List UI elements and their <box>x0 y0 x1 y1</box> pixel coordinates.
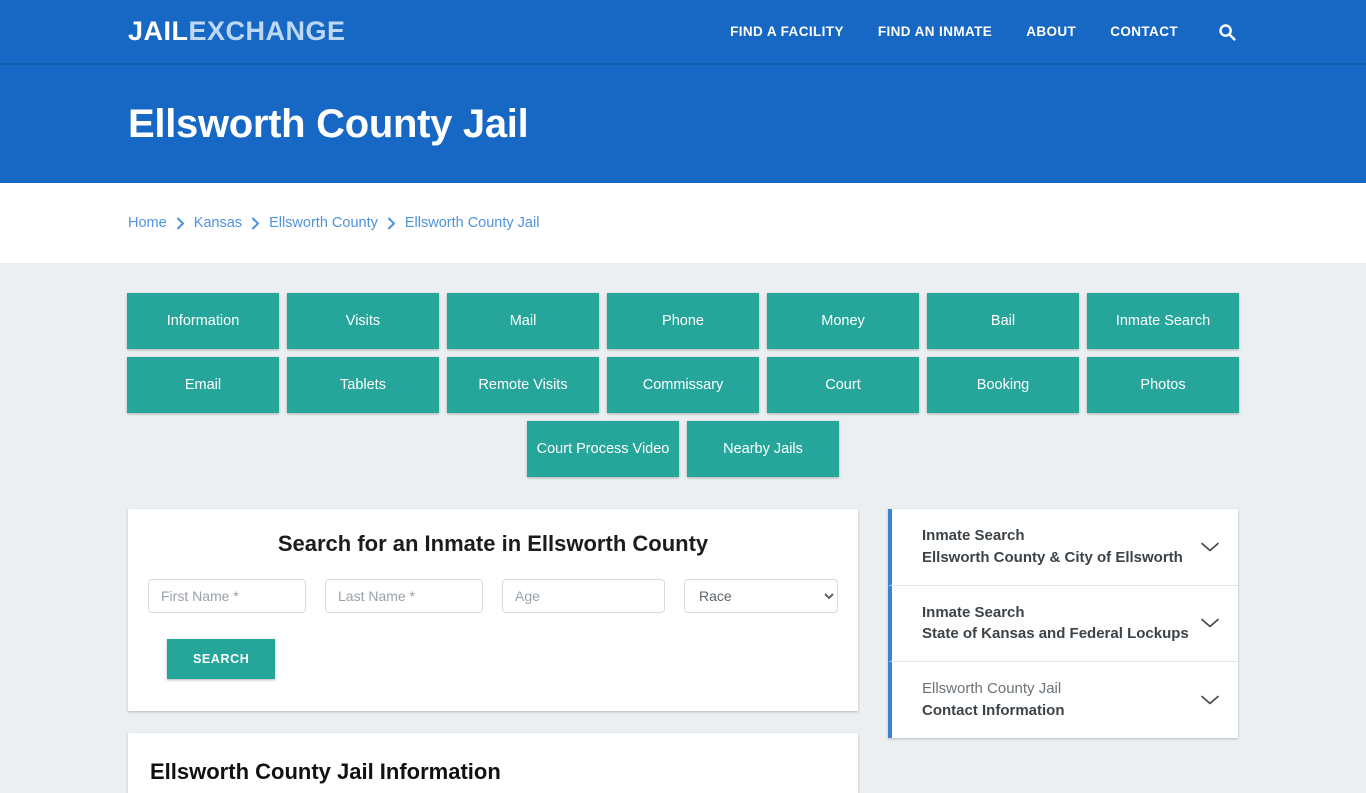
accordion-item-text: Ellsworth County Jail Contact Informatio… <box>922 678 1198 722</box>
main-column: Search for an Inmate in Ellsworth County… <box>128 509 858 793</box>
tile-remote-visits[interactable]: Remote Visits <box>447 357 599 413</box>
breadcrumb-item-ellsworth-county[interactable]: Ellsworth County <box>269 215 378 231</box>
breadcrumb-item-ellsworth-county-jail[interactable]: Ellsworth County Jail <box>405 215 540 231</box>
breadcrumb-band: Home Kansas Ellsworth County Ellsworth C… <box>0 183 1366 263</box>
logo-part-jail: JAIL <box>128 16 189 46</box>
tile-booking[interactable]: Booking <box>927 357 1079 413</box>
nav-item-contact[interactable]: CONTACT <box>1110 24 1178 39</box>
logo[interactable]: JAILEXCHANGE <box>128 18 346 45</box>
jail-information-card: Ellsworth County Jail Information <box>128 733 858 793</box>
tile-court-process-video[interactable]: Court Process Video <box>527 421 679 477</box>
accordion-item-text: Inmate Search Ellsworth County & City of… <box>922 525 1198 569</box>
tile-mail[interactable]: Mail <box>447 293 599 349</box>
inmate-search-heading: Search for an Inmate in Ellsworth County <box>277 531 709 556</box>
tile-tablets[interactable]: Tablets <box>287 357 439 413</box>
page-title: Ellsworth County Jail <box>128 101 529 146</box>
search-button[interactable]: SEARCH <box>167 639 276 679</box>
sidebar-accordion: Inmate Search Ellsworth County & City of… <box>888 509 1238 738</box>
tile-phone[interactable]: Phone <box>607 293 759 349</box>
tile-inmate-search[interactable]: Inmate Search <box>1087 293 1239 349</box>
accordion-item-line2: State of Kansas and Federal Lockups <box>922 625 1189 643</box>
accordion-item-line1: Inmate Search <box>922 603 1025 621</box>
chevron-right-icon <box>251 217 260 230</box>
inmate-search-card: Search for an Inmate in Ellsworth County… <box>128 509 858 711</box>
chevron-down-icon[interactable] <box>1198 617 1220 629</box>
page-body: Information Visits Mail Phone Money Bail… <box>0 263 1366 793</box>
content-columns: Search for an Inmate in Ellsworth County… <box>128 509 1238 793</box>
race-select[interactable]: Race <box>684 579 838 613</box>
tile-row-2: Email Tablets Remote Visits Commissary C… <box>127 357 1239 413</box>
accordion-item-line1: Ellsworth County Jail <box>922 680 1062 698</box>
jail-information-heading: Ellsworth County Jail Information <box>150 759 501 784</box>
main-navigation: FIND A FACILITY FIND AN INMATE ABOUT CON… <box>730 21 1238 43</box>
search-icon[interactable] <box>1216 21 1238 43</box>
tile-commissary[interactable]: Commissary <box>607 357 759 413</box>
facility-section-tiles: Information Visits Mail Phone Money Bail… <box>127 263 1239 477</box>
tile-email[interactable]: Email <box>127 357 279 413</box>
first-name-input[interactable] <box>148 579 306 613</box>
chevron-down-icon[interactable] <box>1198 541 1220 553</box>
age-input[interactable] <box>502 579 665 613</box>
nav-item-about[interactable]: ABOUT <box>1026 24 1076 39</box>
accordion-item-line1: Inmate Search <box>922 527 1025 544</box>
tile-nearby-jails[interactable]: Nearby Jails <box>687 421 839 477</box>
inmate-search-fields: Race <box>148 579 838 613</box>
nav-item-find-an-inmate[interactable]: FIND AN INMATE <box>878 24 992 39</box>
site-header: JAILEXCHANGE FIND A FACILITY FIND AN INM… <box>0 0 1366 65</box>
breadcrumb: Home Kansas Ellsworth County Ellsworth C… <box>128 215 539 231</box>
chevron-right-icon <box>387 217 396 230</box>
page-title-band: Ellsworth County Jail <box>0 65 1366 183</box>
logo-part-exchange: EXCHANGE <box>188 16 346 46</box>
tile-information[interactable]: Information <box>127 293 279 349</box>
tile-row-1: Information Visits Mail Phone Money Bail… <box>127 293 1239 349</box>
nav-item-find-a-facility[interactable]: FIND A FACILITY <box>730 24 844 39</box>
sidebar-column: Inmate Search Ellsworth County & City of… <box>888 509 1238 738</box>
accordion-item-inmate-search-county[interactable]: Inmate Search Ellsworth County & City of… <box>888 509 1238 586</box>
tile-visits[interactable]: Visits <box>287 293 439 349</box>
chevron-right-icon <box>176 217 185 230</box>
chevron-down-icon[interactable] <box>1198 694 1220 706</box>
accordion-item-line2: Ellsworth County & City of Ellsworth <box>922 548 1183 566</box>
tile-court[interactable]: Court <box>767 357 919 413</box>
accordion-item-text: Inmate Search State of Kansas and Federa… <box>922 602 1198 646</box>
tile-photos[interactable]: Photos <box>1087 357 1239 413</box>
tile-bail[interactable]: Bail <box>927 293 1079 349</box>
accordion-item-line2: Contact Information <box>922 702 1065 719</box>
breadcrumb-item-kansas[interactable]: Kansas <box>194 215 242 231</box>
tile-row-3: Court Process Video Nearby Jails <box>128 421 1238 477</box>
breadcrumb-item-home[interactable]: Home <box>128 215 167 231</box>
accordion-item-contact-information[interactable]: Ellsworth County Jail Contact Informatio… <box>888 662 1238 738</box>
tile-money[interactable]: Money <box>767 293 919 349</box>
accordion-item-inmate-search-state[interactable]: Inmate Search State of Kansas and Federa… <box>888 585 1238 662</box>
last-name-input[interactable] <box>325 579 483 613</box>
